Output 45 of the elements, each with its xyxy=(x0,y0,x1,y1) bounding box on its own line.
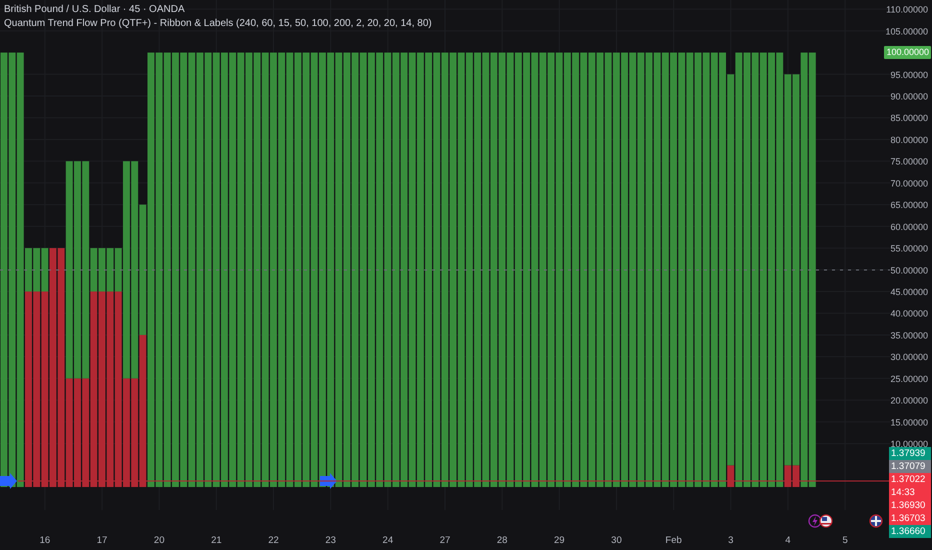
axis-label: 105.00000 xyxy=(885,26,928,36)
axis-label: 16 xyxy=(40,535,50,546)
axis-label: 60.00000 xyxy=(890,222,928,232)
price-value: 1.36930 xyxy=(891,499,926,512)
axis-label: 75.00000 xyxy=(890,156,928,167)
axis-label: 5 xyxy=(842,535,848,546)
indicator-title: Quantum Trend Flow Pro (QTF+) - Ribbon & Labels (240, 60, 15, 50, 100, 200, 2, 20, 20, 14, 80) xyxy=(4,17,432,31)
symbol-title: British Pound / U.S. Dollar · 45 · OANDA xyxy=(4,3,186,17)
price-value: 1.36660 xyxy=(891,525,926,538)
axis-label: 25.00000 xyxy=(890,374,928,384)
price-value: 1.37939 xyxy=(891,447,926,460)
axis-label: 21 xyxy=(211,535,222,546)
axis-label: 4 xyxy=(785,535,791,546)
axis-label: 55.00000 xyxy=(890,244,928,254)
countdown-timer: 14:33 xyxy=(891,486,916,499)
price-value: 1.36703 xyxy=(891,512,926,525)
axis-label: 35.00000 xyxy=(890,330,928,340)
axis-label: Feb xyxy=(665,535,682,546)
axis-label: 70.00000 xyxy=(890,178,928,188)
axis-label: 95.00000 xyxy=(890,70,928,80)
axis-label: 15.00000 xyxy=(890,417,928,428)
axis-label: 10.00000 xyxy=(890,439,928,450)
price-value: 1.37022 xyxy=(891,473,926,486)
axis-label: 22 xyxy=(268,535,279,546)
axis-label: 40.00000 xyxy=(890,308,928,319)
axis-label: 29 xyxy=(554,535,565,546)
axis-label: 20.00000 xyxy=(890,396,928,406)
indicator-value-tag: 100.00000 xyxy=(884,46,931,59)
axis-label: 17 xyxy=(96,535,108,546)
axis-label: 3 xyxy=(728,535,734,546)
price-value: 1.37079 xyxy=(891,460,926,473)
axis-label: 30.00000 xyxy=(890,352,928,362)
axis-label: 85.00000 xyxy=(890,113,928,124)
axis-label: 80.00000 xyxy=(890,134,928,145)
axis-label: 20 xyxy=(154,535,164,546)
axis-label: 24 xyxy=(382,535,394,546)
axis-label: 23 xyxy=(325,535,336,546)
axis-label: 65.00000 xyxy=(890,200,928,210)
axis-label: 50.00000 xyxy=(890,265,928,276)
axis-label: 30 xyxy=(611,535,622,546)
axis-label: 110.00000 xyxy=(886,4,928,15)
axis-label: 27 xyxy=(440,535,450,546)
axis-label: 28 xyxy=(496,535,508,546)
axis-label: 45.00000 xyxy=(890,287,928,298)
axis-label: 90.00000 xyxy=(890,92,928,102)
